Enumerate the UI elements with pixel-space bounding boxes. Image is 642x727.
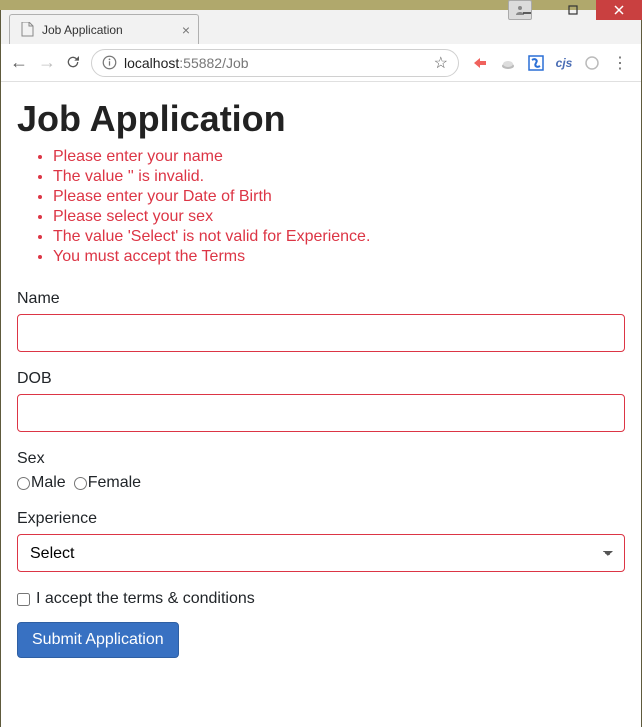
terms-label: I accept the terms & conditions — [36, 590, 255, 608]
sex-male-label: Male — [31, 474, 66, 492]
browser-tab[interactable]: Job Application × — [9, 14, 199, 44]
name-input[interactable] — [17, 314, 625, 352]
window-minimize-button[interactable] — [504, 0, 550, 20]
dob-label: DOB — [17, 370, 625, 388]
dob-input[interactable] — [17, 394, 625, 432]
ext-icon-2[interactable] — [499, 54, 517, 72]
ext-icon-3[interactable] — [527, 54, 545, 72]
sex-female-radio[interactable] — [74, 477, 87, 490]
sex-label: Sex — [17, 450, 625, 468]
validation-error: The value '' is invalid. — [53, 168, 625, 186]
validation-error: Please select your sex — [53, 208, 625, 226]
experience-select[interactable]: Select — [17, 534, 625, 572]
reload-button[interactable] — [65, 54, 83, 72]
validation-summary: Please enter your name The value '' is i… — [17, 148, 625, 266]
url-path: /Job — [222, 55, 248, 71]
validation-error: Please enter your name — [53, 148, 625, 166]
submit-button[interactable]: Submit Application — [17, 622, 179, 658]
ext-icon-cjs[interactable]: cjs — [555, 54, 573, 72]
tab-title: Job Application — [42, 23, 123, 37]
window-close-button[interactable] — [596, 0, 642, 20]
ext-icon-1[interactable] — [471, 54, 489, 72]
sex-male-radio[interactable] — [17, 477, 30, 490]
ext-icon-5[interactable] — [583, 54, 601, 72]
url-port: :55882 — [179, 55, 222, 71]
bookmark-star-icon[interactable]: ☆ — [434, 53, 448, 73]
name-label: Name — [17, 290, 625, 308]
sex-female-label: Female — [88, 474, 141, 492]
extension-icons: cjs ⋮ — [467, 54, 633, 72]
browser-toolbar: ← → localhost:55882/Job ☆ cjs ⋮ — [1, 44, 641, 82]
experience-label: Experience — [17, 510, 625, 528]
validation-error: The value 'Select' is not valid for Expe… — [53, 228, 625, 246]
page-icon — [20, 23, 34, 37]
page-content: Job Application Please enter your name T… — [1, 82, 641, 727]
site-info-icon[interactable] — [102, 55, 118, 71]
page-title: Job Application — [17, 98, 625, 140]
tab-close-icon[interactable]: × — [182, 22, 190, 38]
validation-error: Please enter your Date of Birth — [53, 188, 625, 206]
forward-button[interactable]: → — [37, 52, 57, 73]
terms-checkbox[interactable] — [17, 593, 30, 606]
validation-error: You must accept the Terms — [53, 248, 625, 266]
window-maximize-button[interactable] — [550, 0, 596, 20]
window-titlebar — [0, 0, 642, 10]
address-bar[interactable]: localhost:55882/Job ☆ — [91, 49, 459, 77]
url-host: localhost — [124, 55, 179, 71]
browser-menu-icon[interactable]: ⋮ — [611, 54, 629, 72]
back-button[interactable]: ← — [9, 52, 29, 73]
